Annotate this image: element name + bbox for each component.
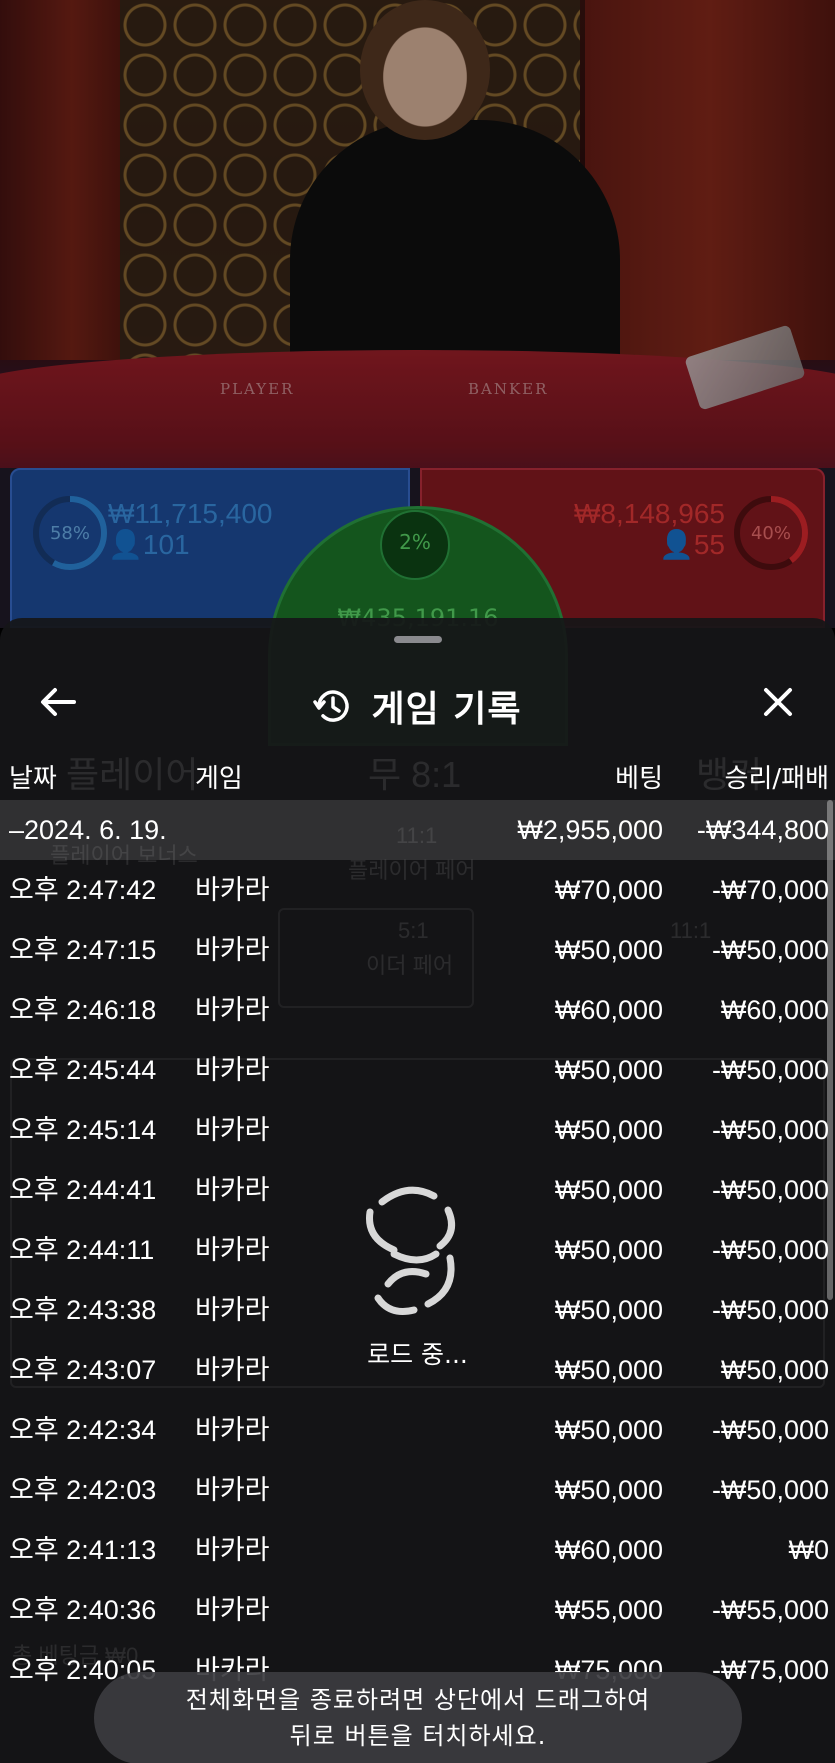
row-result: ₩50,000	[720, 1355, 829, 1385]
row-game: 바카라	[195, 1475, 270, 1505]
loading-text: 로드 중...	[367, 1340, 468, 1369]
row-bet: ₩50,000	[554, 1415, 663, 1445]
summary-result: -₩344,800	[696, 815, 829, 845]
close-icon	[764, 688, 792, 716]
history-row[interactable]: 오후 2:42:34 바카라 ₩50,000 -₩50,000	[0, 1400, 835, 1460]
column-result: 승리/패배	[724, 764, 829, 794]
row-bet: ₩50,000	[554, 1055, 663, 1085]
row-result: -₩50,000	[711, 935, 829, 965]
row-time: 오후 2:47:15	[9, 935, 157, 965]
row-time: 오후 2:42:03	[9, 1475, 157, 1505]
row-game: 바카라	[195, 1235, 270, 1265]
row-game: 바카라	[195, 935, 270, 965]
row-result: -₩50,000	[711, 1055, 829, 1085]
row-result: ₩0	[788, 1535, 830, 1565]
history-row[interactable]: 오후 2:47:42 바카라 ₩70,000 -₩70,000	[0, 860, 835, 920]
row-result: -₩50,000	[711, 1115, 829, 1145]
row-bet: ₩50,000	[554, 1115, 663, 1145]
history-row[interactable]: 오후 2:46:18 바카라 ₩60,000 ₩60,000	[0, 980, 835, 1040]
row-time: 오후 2:44:41	[9, 1175, 157, 1205]
row-bet: ₩55,000	[554, 1595, 663, 1625]
sheet-title-wrap: 게임 기록	[0, 680, 835, 732]
row-game: 바카라	[195, 1175, 270, 1205]
row-result: -₩50,000	[711, 1475, 829, 1505]
row-game: 바카라	[195, 1355, 270, 1385]
row-bet: ₩50,000	[554, 1295, 663, 1325]
row-time: 오후 2:43:38	[9, 1295, 157, 1325]
row-bet: ₩60,000	[554, 1535, 663, 1565]
row-game: 바카라	[195, 995, 270, 1025]
bg-tie-label: 무 8:1	[368, 754, 462, 795]
history-row[interactable]: 오후 2:42:03 바카라 ₩50,000 -₩50,000	[0, 1460, 835, 1520]
row-bet: ₩60,000	[554, 995, 663, 1025]
row-game: 바카라	[195, 1115, 270, 1145]
history-row[interactable]: 오후 2:41:13 바카라 ₩60,000 ₩0	[0, 1520, 835, 1580]
toast-line-1: 전체화면을 종료하려면 상단에서 드래그하여	[185, 1686, 651, 1714]
summary-bet: ₩2,955,000	[517, 815, 663, 845]
row-result: -₩70,000	[711, 875, 829, 905]
history-row[interactable]: 오후 2:45:44 바카라 ₩50,000 -₩50,000	[0, 1040, 835, 1100]
row-result: -₩50,000	[711, 1415, 829, 1445]
fullscreen-toast: 전체화면을 종료하려면 상단에서 드래그하여 뒤로 버튼을 터치하세요.	[94, 1672, 742, 1763]
history-row[interactable]: 오후 2:47:15 바카라 ₩50,000 -₩50,000	[0, 920, 835, 980]
row-result: -₩50,000	[711, 1295, 829, 1325]
row-game: 바카라	[195, 1415, 270, 1445]
history-clock-icon	[313, 690, 350, 722]
row-game: 바카라	[195, 1595, 270, 1625]
summary-date: –2024. 6. 19.	[9, 815, 167, 845]
column-bet: 베팅	[615, 764, 663, 794]
row-time: 오후 2:46:18	[9, 995, 157, 1025]
row-bet: ₩70,000	[554, 875, 663, 905]
row-time: 오후 2:40:36	[9, 1595, 157, 1625]
loading-spinner-icon	[366, 1186, 456, 1315]
row-bet: ₩50,000	[554, 1475, 663, 1505]
row-bet: ₩50,000	[554, 935, 663, 965]
close-button[interactable]	[748, 672, 808, 732]
row-result: -₩50,000	[711, 1175, 829, 1205]
row-time: 오후 2:45:14	[9, 1115, 157, 1145]
row-game: 바카라	[195, 1535, 270, 1565]
row-game: 바카라	[195, 875, 270, 905]
sheet-header: 게임 기록	[0, 658, 835, 748]
row-game: 바카라	[195, 1055, 270, 1085]
column-game: 게임	[195, 764, 243, 794]
column-date: 날짜	[9, 764, 57, 794]
row-result: ₩60,000	[720, 995, 829, 1025]
row-bet: ₩50,000	[554, 1175, 663, 1205]
history-row[interactable]: 오후 2:40:36 바카라 ₩55,000 -₩55,000	[0, 1580, 835, 1640]
row-time: 오후 2:44:11	[9, 1235, 155, 1265]
toast-line-2: 뒤로 버튼을 터치하세요.	[289, 1722, 547, 1750]
row-result: -₩55,000	[711, 1595, 829, 1625]
row-time: 오후 2:47:42	[9, 875, 157, 905]
row-time: 오후 2:45:44	[9, 1055, 157, 1085]
row-game: 바카라	[195, 1295, 270, 1325]
row-bet: ₩50,000	[554, 1235, 663, 1265]
sheet-title: 게임 기록	[371, 689, 522, 730]
row-bet: ₩50,000	[554, 1355, 663, 1385]
history-row[interactable]: 오후 2:45:14 바카라 ₩50,000 -₩50,000	[0, 1100, 835, 1160]
bg-player-label: 플레이어	[66, 754, 199, 795]
loading-indicator: 로드 중...	[330, 1170, 505, 1380]
scrollbar[interactable]	[827, 800, 833, 1300]
date-summary-row[interactable]: –2024. 6. 19. ₩2,955,000 -₩344,800	[0, 800, 835, 860]
row-time: 오후 2:43:07	[9, 1355, 157, 1385]
drag-handle[interactable]	[394, 636, 442, 643]
row-time: 오후 2:41:13	[9, 1535, 157, 1565]
row-result: -₩50,000	[711, 1235, 829, 1265]
row-time: 오후 2:42:34	[9, 1415, 157, 1445]
